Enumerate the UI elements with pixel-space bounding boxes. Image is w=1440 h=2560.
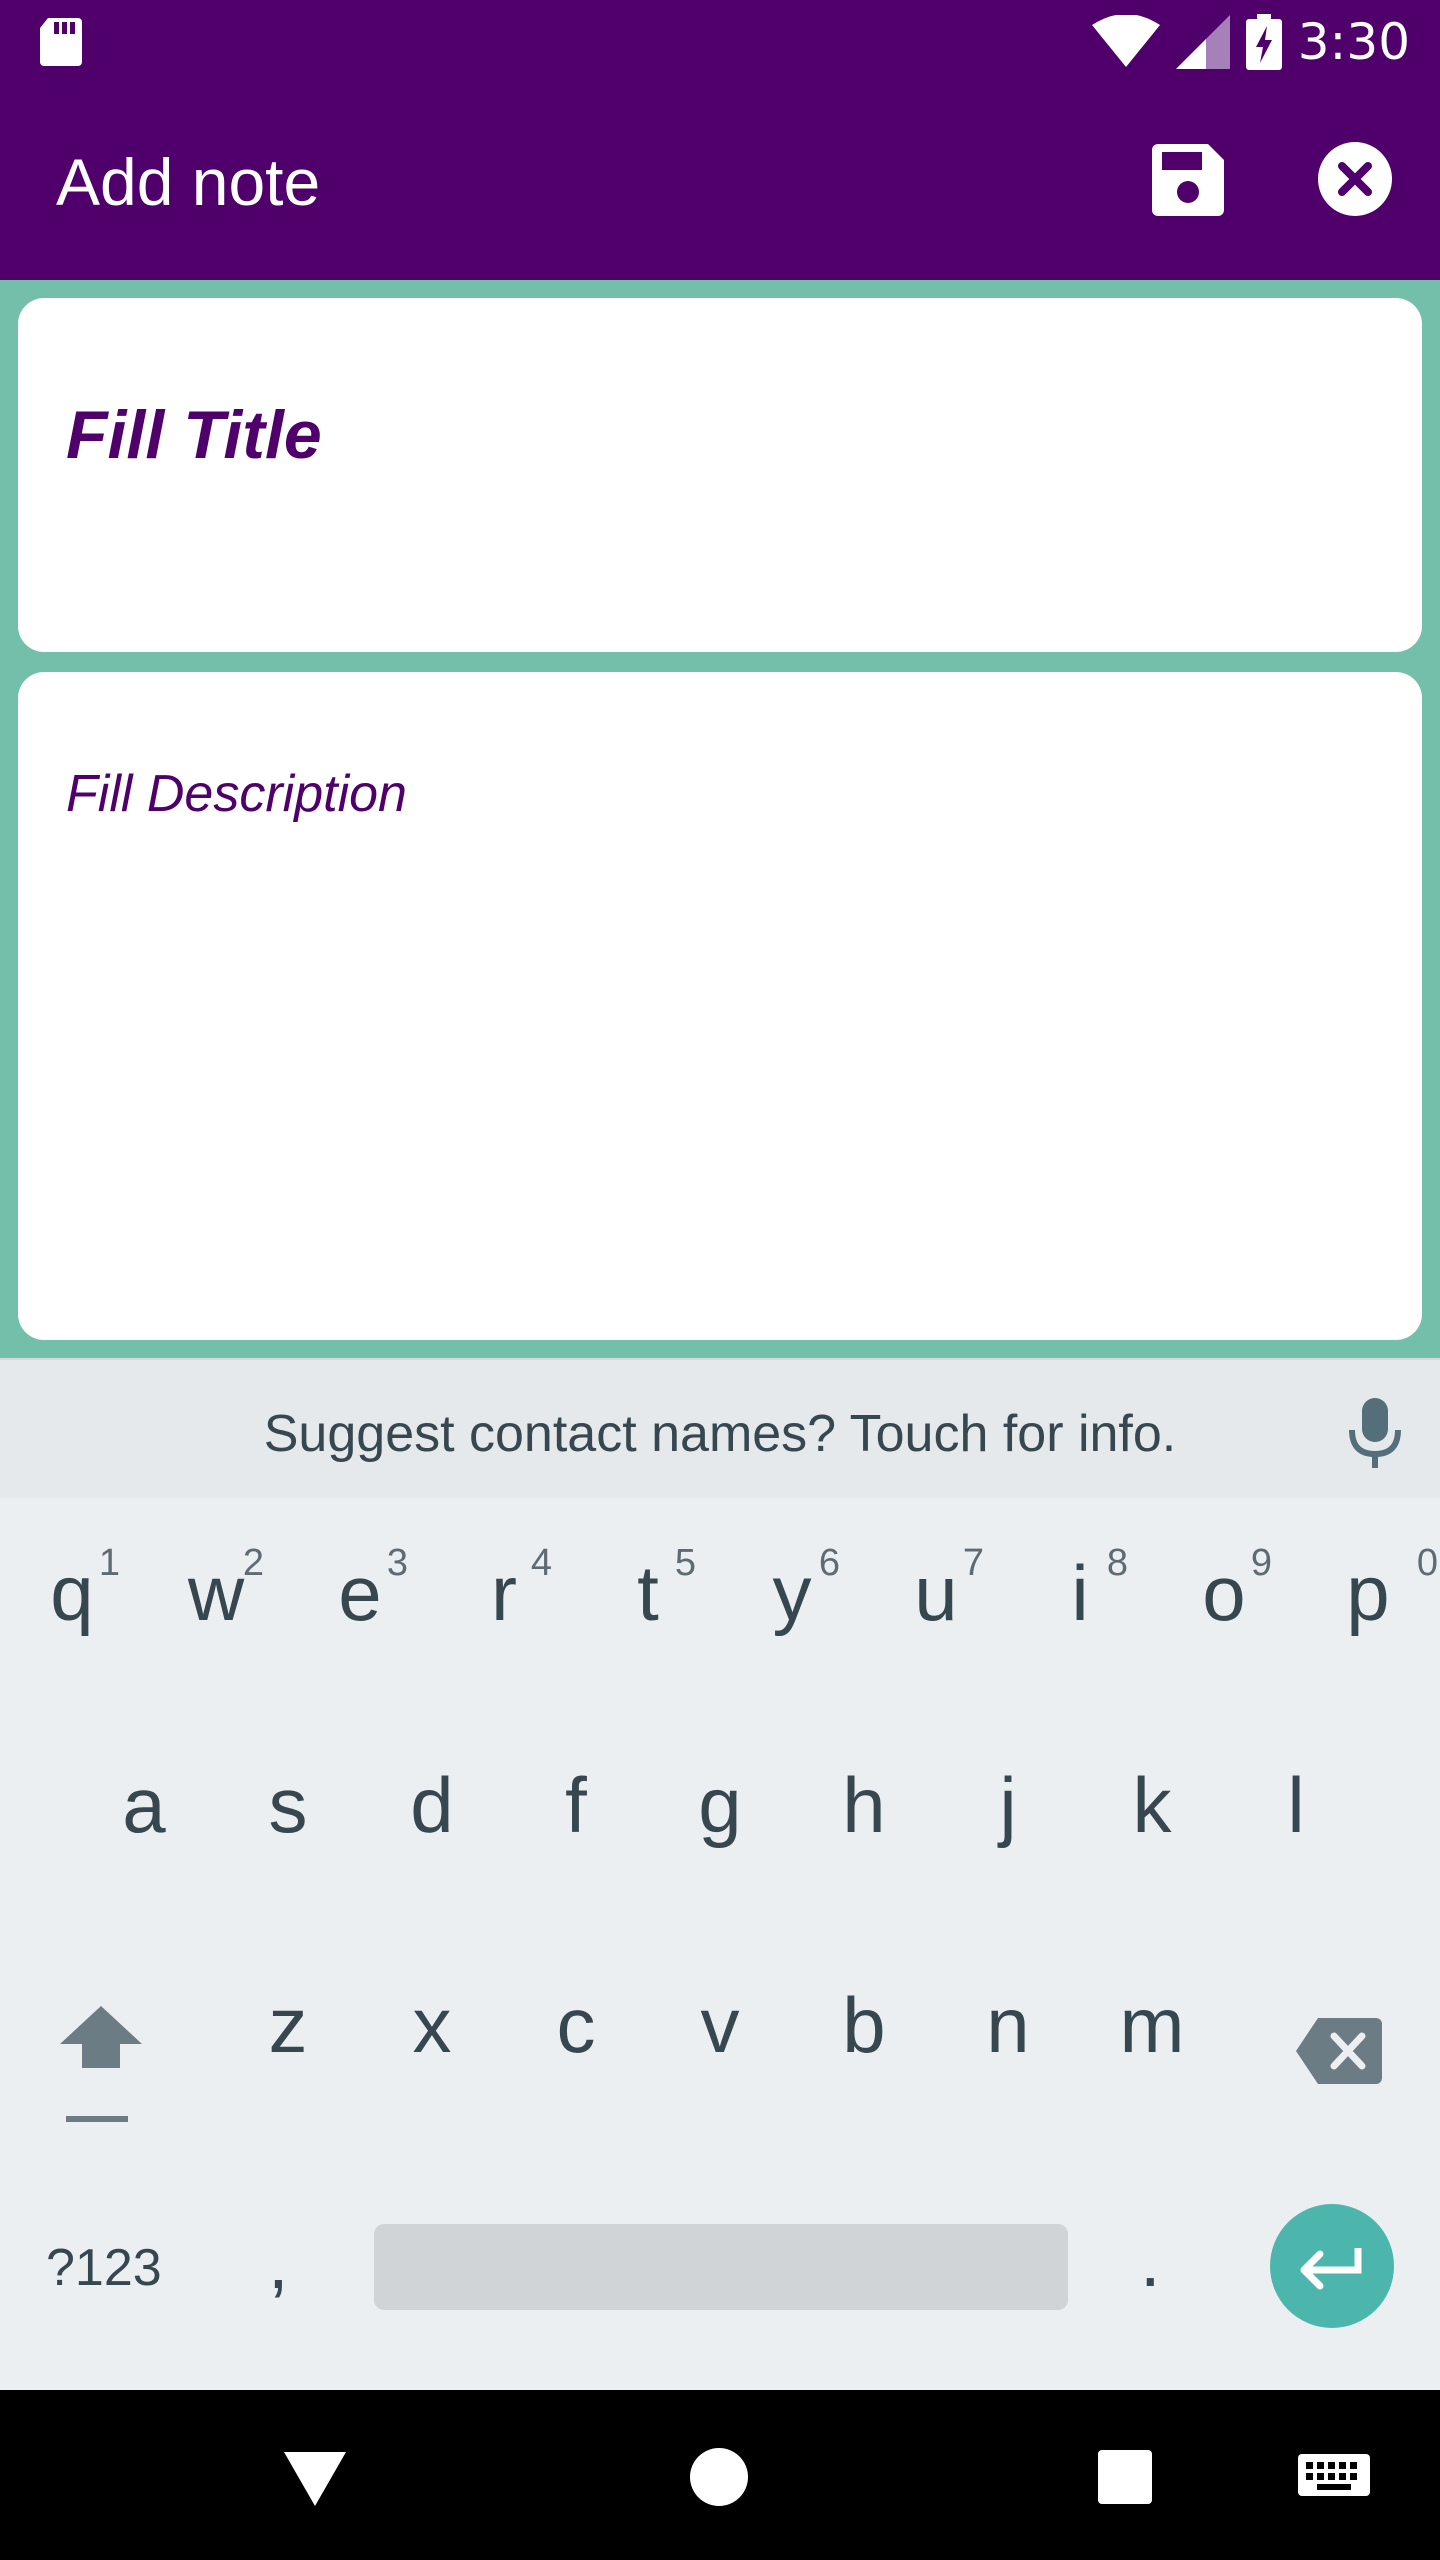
key-j[interactable]: j bbox=[936, 1760, 1080, 1851]
sd-card-icon bbox=[40, 18, 82, 66]
key-letter: z bbox=[268, 1981, 308, 2069]
key-number: 2 bbox=[242, 1542, 264, 1584]
key-letter: c bbox=[556, 1981, 596, 2069]
key-w[interactable]: 2w bbox=[144, 1542, 288, 1639]
microphone-icon[interactable] bbox=[1348, 1398, 1402, 1468]
key-u[interactable]: 7u bbox=[864, 1542, 1008, 1639]
key-number: 8 bbox=[1106, 1542, 1128, 1584]
key-r[interactable]: 4r bbox=[432, 1542, 576, 1639]
save-icon[interactable] bbox=[1152, 144, 1224, 216]
key-number: 9 bbox=[1250, 1542, 1272, 1584]
key-letter: o bbox=[1202, 1549, 1246, 1637]
key-x[interactable]: x bbox=[360, 1980, 504, 2071]
soft-keyboard: Suggest contact names? Touch for info. 1… bbox=[0, 1358, 1440, 2390]
key-letter: u bbox=[914, 1549, 958, 1637]
key-letter: l bbox=[1287, 1761, 1305, 1849]
symbols-key[interactable]: ?123 bbox=[46, 2238, 162, 2298]
key-number: 4 bbox=[530, 1542, 552, 1584]
key-letter: a bbox=[122, 1761, 166, 1849]
key-letter: j bbox=[999, 1761, 1017, 1849]
key-letter: f bbox=[565, 1761, 587, 1849]
key-letter: k bbox=[1132, 1761, 1172, 1849]
key-p[interactable]: 0p bbox=[1296, 1542, 1440, 1639]
key-letter: e bbox=[338, 1549, 382, 1637]
backspace-icon[interactable] bbox=[1296, 2018, 1382, 2084]
key-a[interactable]: a bbox=[72, 1760, 216, 1851]
note-form: Fill Title Fill Description bbox=[0, 280, 1440, 1358]
title-input[interactable]: Fill Title bbox=[66, 396, 322, 474]
key-letter: m bbox=[1119, 1981, 1185, 2069]
key-letter: n bbox=[986, 1981, 1030, 2069]
key-o[interactable]: 9o bbox=[1152, 1542, 1296, 1639]
key-number: 5 bbox=[674, 1542, 696, 1584]
status-bar: 3:30 bbox=[0, 0, 1440, 84]
key-g[interactable]: g bbox=[648, 1760, 792, 1851]
key-number: 0 bbox=[1416, 1542, 1438, 1584]
key-letter: v bbox=[700, 1981, 740, 2069]
enter-key[interactable] bbox=[1270, 2204, 1394, 2328]
key-v[interactable]: v bbox=[648, 1980, 792, 2071]
key-z[interactable]: z bbox=[216, 1980, 360, 2071]
key-letter: q bbox=[50, 1549, 94, 1637]
key-letter: i bbox=[1071, 1549, 1089, 1637]
key-q[interactable]: 1q bbox=[0, 1542, 144, 1639]
enter-icon bbox=[1300, 2248, 1362, 2290]
key-number: 6 bbox=[818, 1542, 840, 1584]
key-number: 3 bbox=[386, 1542, 408, 1584]
key-number: 1 bbox=[98, 1542, 120, 1584]
page-title: Add note bbox=[56, 145, 321, 219]
key-letter: g bbox=[698, 1761, 742, 1849]
close-icon[interactable] bbox=[1318, 142, 1392, 216]
key-s[interactable]: s bbox=[216, 1760, 360, 1851]
key-c[interactable]: c bbox=[504, 1980, 648, 2071]
description-card[interactable]: Fill Description bbox=[18, 672, 1422, 1340]
key-k[interactable]: k bbox=[1080, 1760, 1224, 1851]
back-icon[interactable] bbox=[284, 2452, 346, 2506]
key-y[interactable]: 6y bbox=[720, 1542, 864, 1639]
suggestion-text[interactable]: Suggest contact names? Touch for info. bbox=[0, 1404, 1440, 1464]
description-input[interactable]: Fill Description bbox=[66, 764, 407, 824]
keyboard-icon[interactable] bbox=[1298, 2454, 1370, 2502]
spacebar[interactable] bbox=[374, 2224, 1068, 2310]
key-l[interactable]: l bbox=[1224, 1760, 1368, 1851]
key-t[interactable]: 5t bbox=[576, 1542, 720, 1639]
key-letter: b bbox=[842, 1981, 886, 2069]
key-m[interactable]: m bbox=[1080, 1980, 1224, 2071]
key-letter: y bbox=[772, 1549, 812, 1637]
key-letter: s bbox=[268, 1761, 308, 1849]
key-f[interactable]: f bbox=[504, 1760, 648, 1851]
shift-icon[interactable] bbox=[56, 2006, 146, 2126]
signal-icon bbox=[1175, 15, 1230, 69]
recents-icon[interactable] bbox=[1098, 2450, 1152, 2504]
home-icon[interactable] bbox=[690, 2448, 748, 2506]
period-key[interactable]: . bbox=[1140, 2218, 1161, 2303]
key-letter: w bbox=[187, 1549, 245, 1637]
key-letter: r bbox=[491, 1549, 517, 1637]
key-d[interactable]: d bbox=[360, 1760, 504, 1851]
key-e[interactable]: 3e bbox=[288, 1542, 432, 1639]
title-card[interactable]: Fill Title bbox=[18, 298, 1422, 652]
key-letter: t bbox=[637, 1549, 659, 1637]
app-bar: Add note bbox=[0, 84, 1440, 280]
key-letter: h bbox=[842, 1761, 886, 1849]
wifi-icon bbox=[1091, 15, 1160, 67]
key-letter: x bbox=[412, 1981, 452, 2069]
key-n[interactable]: n bbox=[936, 1980, 1080, 2071]
key-h[interactable]: h bbox=[792, 1760, 936, 1851]
system-nav-bar bbox=[0, 2390, 1440, 2560]
key-letter: d bbox=[410, 1761, 454, 1849]
battery-charging-icon bbox=[1245, 14, 1282, 70]
comma-key[interactable]: , bbox=[268, 2220, 289, 2305]
key-b[interactable]: b bbox=[792, 1980, 936, 2071]
suggestion-strip[interactable]: Suggest contact names? Touch for info. bbox=[0, 1358, 1440, 1498]
status-time: 3:30 bbox=[1297, 13, 1410, 71]
key-i[interactable]: 8i bbox=[1008, 1542, 1152, 1639]
key-number: 7 bbox=[962, 1542, 984, 1584]
